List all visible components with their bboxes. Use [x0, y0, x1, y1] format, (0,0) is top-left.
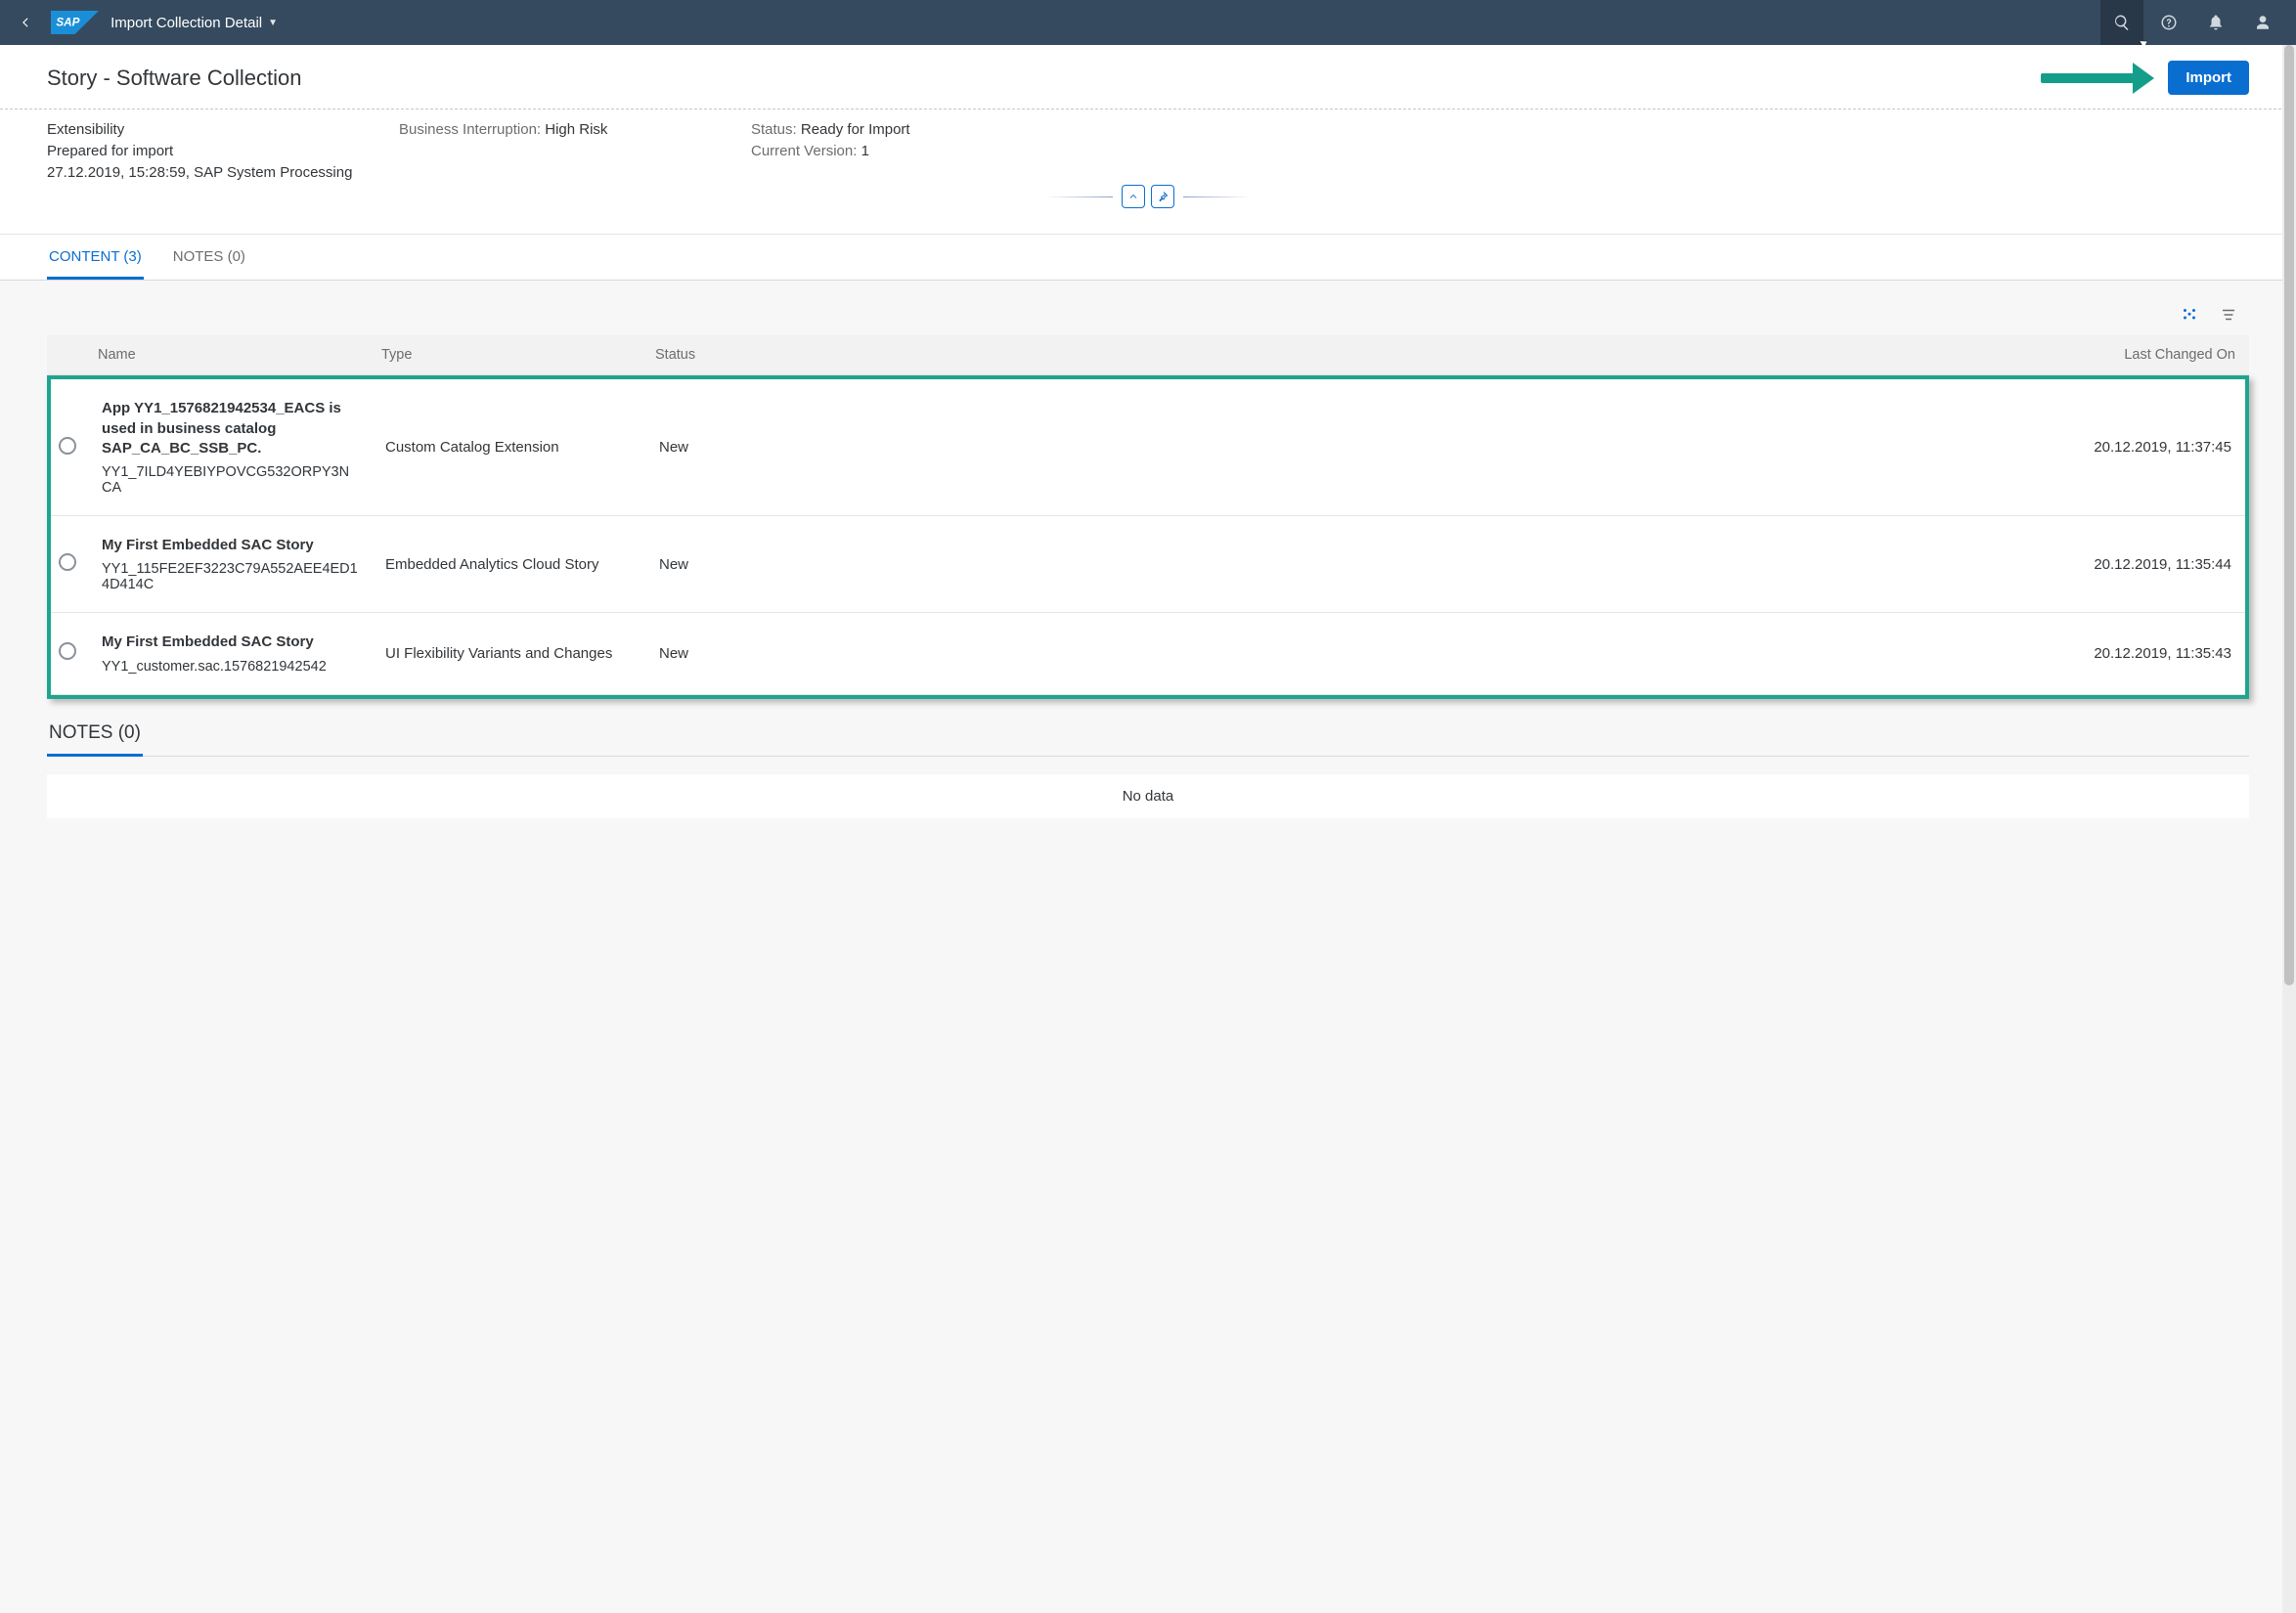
status-label: Status:: [751, 121, 797, 138]
row-title: My First Embedded SAC Story: [102, 632, 358, 652]
import-arrow-annotation: Import: [2041, 61, 2249, 95]
bell-icon[interactable]: [2194, 0, 2237, 45]
shell-title-dropdown[interactable]: Import Collection Detail ▼: [110, 15, 278, 31]
sap-logo: SAP: [51, 11, 99, 34]
row-status: New: [645, 516, 2034, 613]
shell-bar: SAP Import Collection Detail ▼: [0, 0, 2296, 45]
prepared-label: Prepared for import: [47, 141, 360, 162]
scroll-thumb[interactable]: [2284, 45, 2294, 985]
col-type[interactable]: Type: [368, 335, 641, 375]
row-subtitle: YY1_115FE2EF3223C79A552AEE4ED14D414C: [102, 561, 358, 592]
header-collapse-controls: [47, 185, 2249, 208]
version-label: Current Version:: [751, 143, 857, 159]
row-changed: 20.12.2019, 11:35:43: [2034, 613, 2245, 694]
notes-no-data: No data: [47, 774, 2249, 818]
interruption-value: High Risk: [545, 121, 607, 138]
table-row[interactable]: App YY1_1576821942534_EACS is used in bu…: [51, 379, 2245, 515]
row-changed: 20.12.2019, 11:35:44: [2034, 516, 2245, 613]
row-subtitle: YY1_7ILD4YEBIYPOVCG532ORPY3NCA: [102, 464, 358, 496]
notes-section: NOTES (0) No data: [47, 699, 2249, 818]
col-name[interactable]: Name: [84, 335, 368, 375]
row-title: App YY1_1576821942534_EACS is used in bu…: [102, 399, 358, 458]
row-title: My First Embedded SAC Story: [102, 536, 358, 555]
timestamp-label: 27.12.2019, 15:28:59, SAP System Process…: [47, 162, 360, 184]
back-button[interactable]: [12, 9, 39, 36]
interruption-label: Business Interruption:: [399, 121, 541, 138]
user-icon[interactable]: [2241, 0, 2284, 45]
collapse-header-button[interactable]: [1122, 185, 1145, 208]
content-area: Name Type Status Last Changed On App YY1…: [0, 281, 2296, 847]
page-header: Story - Software Collection Import: [0, 45, 2296, 109]
help-icon[interactable]: [2147, 0, 2190, 45]
row-type: Custom Catalog Extension: [372, 379, 645, 515]
tab-content[interactable]: CONTENT (3): [47, 235, 144, 280]
status-value: Ready for Import: [801, 121, 910, 138]
svg-text:SAP: SAP: [56, 16, 79, 28]
row-radio[interactable]: [59, 437, 76, 455]
version-value: 1: [861, 143, 869, 159]
row-radio[interactable]: [59, 553, 76, 571]
row-type: Embedded Analytics Cloud Story: [372, 516, 645, 613]
highlighted-rows-box: App YY1_1576821942534_EACS is used in bu…: [47, 375, 2249, 698]
business-interruption: Business Interruption: High Risk: [399, 119, 712, 141]
table-row[interactable]: My First Embedded SAC Story YY1_customer…: [51, 613, 2245, 694]
row-status: New: [645, 379, 2034, 515]
row-status: New: [645, 613, 2034, 694]
vertical-scrollbar[interactable]: [2282, 45, 2296, 1613]
row-subtitle: YY1_customer.sac.1576821942542: [102, 659, 358, 675]
extensibility-label: Extensibility: [47, 119, 360, 141]
table-row[interactable]: My First Embedded SAC Story YY1_115FE2EF…: [51, 516, 2245, 613]
col-status[interactable]: Status: [641, 335, 2034, 375]
col-last-changed[interactable]: Last Changed On: [2034, 335, 2249, 375]
pin-header-button[interactable]: [1151, 185, 1174, 208]
row-radio[interactable]: [59, 642, 76, 660]
row-type: UI Flexibility Variants and Changes: [372, 613, 645, 694]
tab-notes[interactable]: NOTES (0): [171, 235, 247, 280]
info-block: Extensibility Prepared for import 27.12.…: [0, 109, 2296, 235]
shell-title: Import Collection Detail: [110, 15, 262, 31]
status-line: Status: Ready for Import: [751, 119, 1064, 141]
chevron-down-icon: ▼: [268, 18, 278, 28]
version-line: Current Version: 1: [751, 141, 1064, 162]
view-settings-icon[interactable]: [2179, 304, 2200, 326]
tab-bar: CONTENT (3) NOTES (0): [0, 235, 2296, 281]
import-button[interactable]: Import: [2168, 61, 2249, 95]
notes-heading[interactable]: NOTES (0): [47, 707, 143, 757]
content-table: Name Type Status Last Changed On: [47, 335, 2249, 375]
row-changed: 20.12.2019, 11:37:45: [2034, 379, 2245, 515]
table-toolbar: [47, 298, 2249, 335]
search-icon[interactable]: [2100, 0, 2143, 45]
list-settings-icon[interactable]: [2218, 304, 2239, 326]
page-title: Story - Software Collection: [47, 65, 301, 91]
